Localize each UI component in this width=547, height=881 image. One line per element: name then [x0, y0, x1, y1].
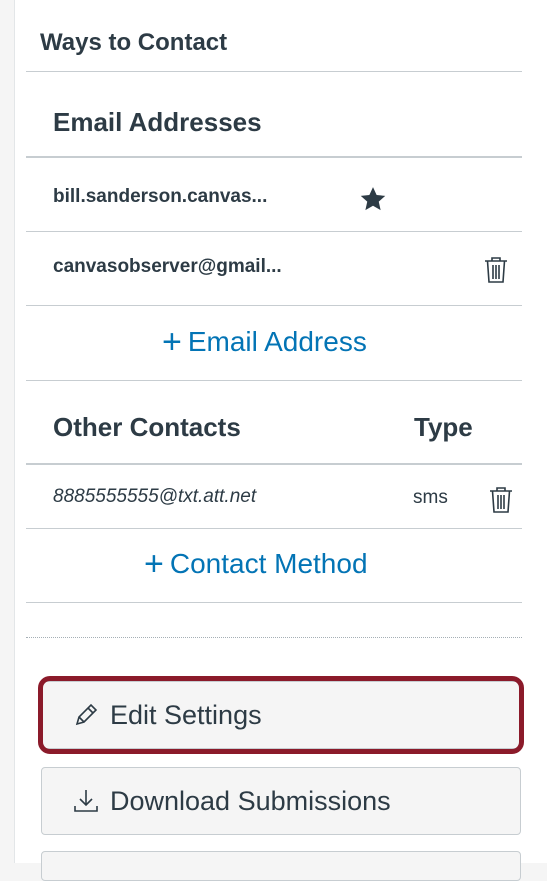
pencil-icon [70, 699, 102, 731]
divider [26, 602, 522, 603]
trash-icon[interactable] [480, 253, 512, 287]
edit-settings-button[interactable]: Edit Settings [41, 681, 521, 749]
trash-icon[interactable] [485, 483, 517, 517]
contact-address-1: 8885555555@txt.att.net [53, 486, 257, 507]
type-heading: Type [414, 412, 473, 442]
email-addresses-heading: Email Addresses [53, 107, 262, 137]
contact-type-1: sms [413, 487, 448, 508]
email-address-1: bill.sanderson.canvas... [53, 186, 268, 207]
download-submissions-button[interactable]: Download Submissions [41, 767, 521, 835]
add-email-address-link[interactable]: + Email Address [162, 325, 367, 359]
download-icon [70, 785, 102, 817]
edit-settings-label: Edit Settings [110, 699, 262, 730]
divider [26, 71, 522, 72]
dotted-divider [26, 637, 522, 638]
next-action-button[interactable] [41, 851, 521, 881]
divider [26, 156, 522, 158]
plus-icon: + [162, 323, 182, 361]
ways-to-contact-heading: Ways to Contact [40, 29, 228, 56]
divider [26, 528, 522, 529]
add-contact-method-link[interactable]: + Contact Method [144, 547, 368, 581]
other-contacts-heading: Other Contacts [53, 412, 241, 442]
add-email-address-label: Email Address [187, 326, 367, 357]
download-submissions-label: Download Submissions [110, 785, 391, 816]
divider [26, 463, 522, 465]
divider [26, 231, 522, 232]
email-address-2: canvasobserver@gmail... [53, 256, 282, 277]
add-contact-method-label: Contact Method [169, 548, 368, 579]
plus-icon: + [144, 545, 164, 583]
divider [26, 305, 522, 306]
divider [26, 380, 522, 381]
star-icon[interactable] [356, 182, 390, 216]
